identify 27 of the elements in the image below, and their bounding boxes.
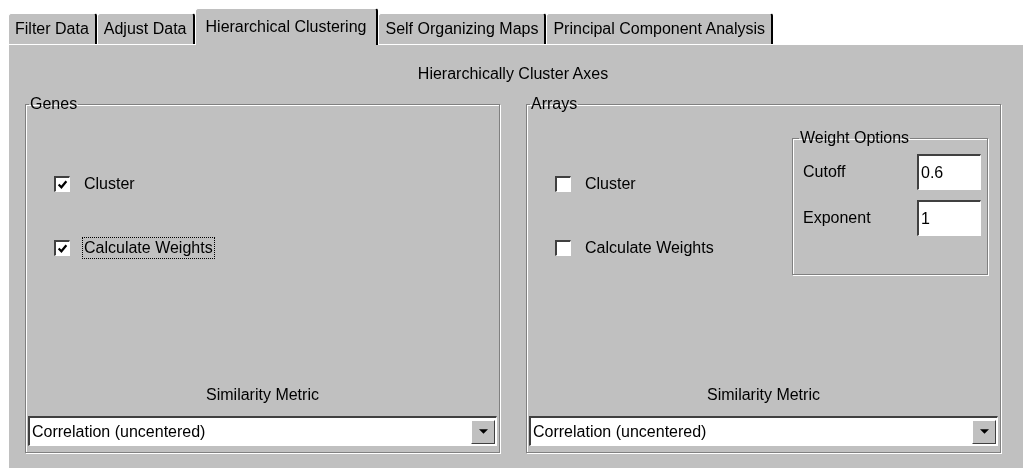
field-label: Exponent: [803, 209, 871, 227]
tab[interactable]: Adjust Data: [96, 13, 195, 44]
group-title: Arrays: [530, 95, 579, 113]
checkbox-label[interactable]: Calculate Weights: [82, 237, 215, 259]
section-heading: Hierarchically Cluster Axes: [416, 65, 610, 84]
field-label: Cutoff: [803, 163, 846, 181]
checkbox[interactable]: [54, 240, 70, 256]
checkbox[interactable]: [555, 240, 571, 256]
input-field[interactable]: 0.6: [917, 154, 981, 190]
checkbox[interactable]: [54, 176, 70, 192]
tab[interactable]: Hierarchical Clustering: [194, 8, 379, 45]
field-label: Similarity Metric: [706, 386, 821, 404]
input-field[interactable]: 1: [917, 200, 981, 236]
tab[interactable]: Principal Component Analysis: [546, 13, 774, 44]
tab[interactable]: Filter Data: [8, 13, 97, 44]
field-label: Similarity Metric: [205, 386, 320, 404]
group-title: Weight Options: [799, 129, 911, 147]
group-title: Genes: [29, 95, 79, 113]
checkmark-icon: [57, 179, 68, 190]
checkbox-label[interactable]: Cluster: [82, 173, 137, 195]
checkbox-label[interactable]: Calculate Weights: [583, 237, 716, 259]
checkbox-label[interactable]: Cluster: [583, 173, 638, 195]
tab[interactable]: Self Organizing Maps: [378, 13, 547, 44]
dropdown[interactable]: Correlation (uncentered): [529, 416, 998, 446]
checkmark-icon: [57, 243, 68, 254]
dropdown[interactable]: Correlation (uncentered): [28, 416, 497, 446]
checkbox[interactable]: [555, 176, 571, 192]
